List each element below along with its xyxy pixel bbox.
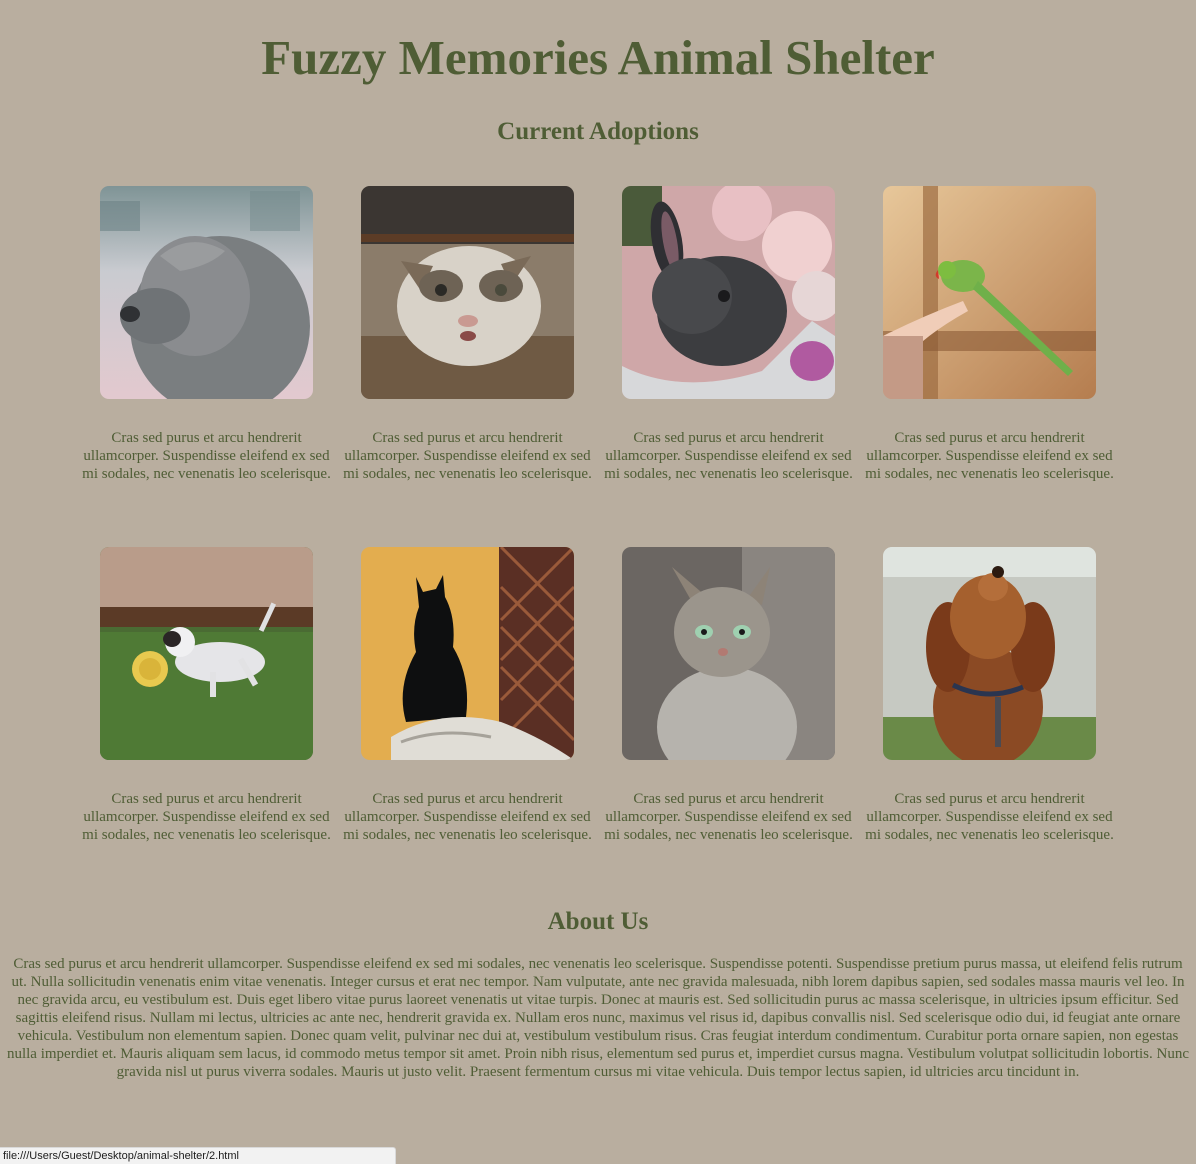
adoptions-heading: Current Adoptions (497, 118, 699, 145)
animal-card: Cras sed purus et arcu hendrerit ullamco… (337, 186, 598, 483)
animal-card: Cras sed purus et arcu hendrerit ullamco… (598, 547, 859, 844)
animal-caption: Cras sed purus et arcu hendrerit ullamco… (604, 791, 853, 843)
animal-caption: Cras sed purus et arcu hendrerit ullamco… (604, 430, 853, 482)
link-status-bar: file:///Users/Guest/Desktop/animal-shelt… (0, 1147, 396, 1164)
about-heading: About Us (547, 908, 649, 935)
animal-card: Cras sed purus et arcu hendrerit ullamco… (76, 547, 337, 844)
grey-tabby-cat-photo (622, 547, 835, 760)
black-cat-photo (361, 547, 574, 760)
animal-card: Cras sed purus et arcu hendrerit ullamco… (598, 186, 859, 483)
about-text: Cras sed purus et arcu hendrerit ullamco… (6, 956, 1190, 1080)
tabby-white-cat-photo (361, 186, 574, 399)
spaniel-dog-photo (883, 547, 1096, 760)
animal-caption: Cras sed purus et arcu hendrerit ullamco… (865, 430, 1114, 482)
dog-with-frisbee-photo (100, 547, 313, 760)
animal-caption: Cras sed purus et arcu hendrerit ullamco… (343, 791, 592, 843)
animal-caption: Cras sed purus et arcu hendrerit ullamco… (82, 430, 331, 482)
animal-caption: Cras sed purus et arcu hendrerit ullamco… (343, 430, 592, 482)
animal-card: Cras sed purus et arcu hendrerit ullamco… (337, 547, 598, 844)
animal-card: Cras sed purus et arcu hendrerit ullamco… (859, 547, 1120, 844)
green-parrot-photo (883, 186, 1096, 399)
page-title: Fuzzy Memories Animal Shelter (261, 30, 935, 85)
animal-caption: Cras sed purus et arcu hendrerit ullamco… (82, 791, 331, 843)
grey-fluffy-dog-photo (100, 186, 313, 399)
animal-card: Cras sed purus et arcu hendrerit ullamco… (859, 186, 1120, 483)
animal-card: Cras sed purus et arcu hendrerit ullamco… (76, 186, 337, 483)
animal-caption: Cras sed purus et arcu hendrerit ullamco… (865, 791, 1114, 843)
grey-rabbit-photo (622, 186, 835, 399)
